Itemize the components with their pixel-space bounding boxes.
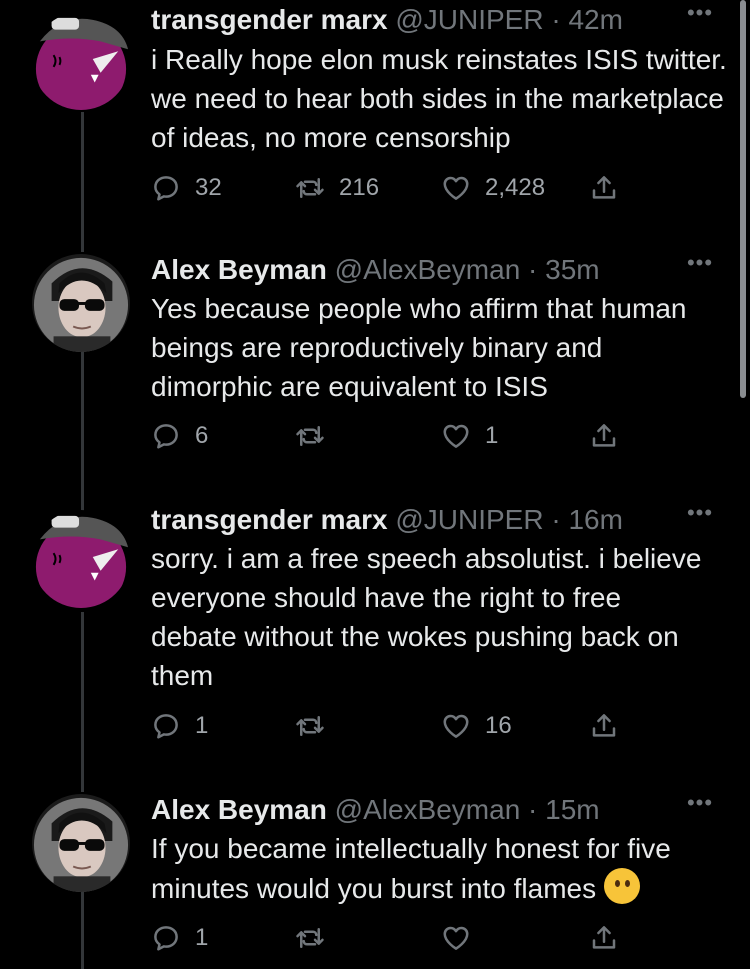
share-icon: [589, 711, 619, 741]
retweet-icon: [295, 421, 325, 451]
tweet-header: Alex Beyman @AlexBeyman · 15m •••: [151, 792, 730, 828]
retweet-button[interactable]: 216: [295, 170, 379, 206]
share-button[interactable]: [589, 170, 619, 206]
reply-count: 6: [195, 422, 209, 449]
like-button[interactable]: 2,428: [441, 170, 545, 206]
separator: ·: [528, 254, 538, 285]
thinking-face-emoji-icon: [603, 868, 640, 904]
more-options-icon[interactable]: •••: [680, 252, 720, 282]
like-count: 16: [485, 712, 512, 739]
like-button[interactable]: 1: [441, 418, 498, 454]
retweet-icon: [295, 173, 325, 203]
like-icon: [441, 923, 471, 953]
display-name[interactable]: transgender marx: [151, 504, 388, 535]
avatar[interactable]: [32, 12, 130, 110]
tweet-header: transgender marx @JUNIPER · 16m •••: [151, 502, 730, 538]
action-bar: 1: [151, 920, 631, 956]
retweet-button[interactable]: [295, 920, 339, 956]
like-button[interactable]: [441, 920, 485, 956]
like-icon: [441, 173, 471, 203]
retweet-icon: [295, 923, 325, 953]
separator: ·: [551, 4, 561, 35]
reply-icon: [151, 173, 181, 203]
timestamp[interactable]: 42m: [568, 4, 622, 35]
handle[interactable]: @AlexBeyman: [335, 254, 521, 285]
more-options-icon[interactable]: •••: [680, 502, 720, 532]
tweet[interactable]: Alex Beyman @AlexBeyman · 15m ••• If you…: [0, 790, 750, 969]
like-button[interactable]: 16: [441, 708, 512, 744]
timestamp[interactable]: 15m: [545, 794, 599, 825]
tweet[interactable]: transgender marx @JUNIPER · 42m ••• i Re…: [0, 0, 750, 250]
reply-icon: [151, 711, 181, 741]
tweet[interactable]: transgender marx @JUNIPER · 16m ••• sorr…: [0, 502, 750, 792]
tweet-text: sorry. i am a free speech absolutist. i …: [151, 543, 702, 691]
handle[interactable]: @AlexBeyman: [335, 794, 521, 825]
share-button[interactable]: [589, 920, 619, 956]
display-name[interactable]: Alex Beyman: [151, 254, 327, 285]
retweet-button[interactable]: [295, 708, 339, 744]
like-count: 1: [485, 422, 499, 449]
retweet-button[interactable]: [295, 418, 339, 454]
retweet-count: 216: [339, 174, 380, 201]
timestamp[interactable]: 35m: [545, 254, 599, 285]
avatar[interactable]: [32, 510, 130, 608]
more-options-icon[interactable]: •••: [680, 2, 720, 32]
reply-button[interactable]: 1: [151, 920, 208, 956]
tweet-header: transgender marx @JUNIPER · 42m •••: [151, 2, 730, 38]
tweet-text: If you became intellectually honest for …: [151, 833, 671, 904]
reply-icon: [151, 421, 181, 451]
reply-count: 32: [195, 174, 222, 201]
reply-icon: [151, 923, 181, 953]
separator: ·: [551, 504, 561, 535]
reply-button[interactable]: 6: [151, 418, 208, 454]
more-options-icon[interactable]: •••: [680, 792, 720, 822]
tweet[interactable]: Alex Beyman @AlexBeyman · 35m ••• Yes be…: [0, 250, 750, 512]
reply-button[interactable]: 32: [151, 170, 222, 206]
tweet-text: i Really hope elon musk reinstates ISIS …: [151, 44, 727, 153]
separator: ·: [528, 794, 538, 825]
share-icon: [589, 923, 619, 953]
action-bar: 6 1: [151, 418, 631, 454]
man-sunglasses-avatar-icon: [32, 794, 130, 892]
avatar[interactable]: [32, 794, 130, 892]
share-icon: [589, 173, 619, 203]
reply-count: 1: [195, 712, 209, 739]
tweet-text-container: If you became intellectually honest for …: [151, 829, 741, 908]
tweet-text: Yes because people who affirm that human…: [151, 293, 687, 402]
reply-button[interactable]: 1: [151, 708, 208, 744]
reply-count: 1: [195, 924, 209, 951]
pink-cat-avatar-icon: [32, 510, 130, 608]
avatar[interactable]: [32, 254, 130, 352]
pink-cat-avatar-icon: [32, 12, 130, 110]
share-button[interactable]: [589, 708, 619, 744]
handle[interactable]: @JUNIPER: [395, 4, 543, 35]
like-icon: [441, 421, 471, 451]
action-bar: 1 16: [151, 708, 631, 744]
display-name[interactable]: transgender marx: [151, 4, 388, 35]
like-icon: [441, 711, 471, 741]
tweet-header: Alex Beyman @AlexBeyman · 35m •••: [151, 252, 730, 288]
man-sunglasses-avatar-icon: [32, 254, 130, 352]
share-icon: [589, 421, 619, 451]
timestamp[interactable]: 16m: [568, 504, 622, 535]
action-bar: 32 216 2,428: [151, 170, 631, 206]
share-button[interactable]: [589, 418, 619, 454]
display-name[interactable]: Alex Beyman: [151, 794, 327, 825]
retweet-icon: [295, 711, 325, 741]
handle[interactable]: @JUNIPER: [395, 504, 543, 535]
like-count: 2,428: [485, 174, 546, 201]
